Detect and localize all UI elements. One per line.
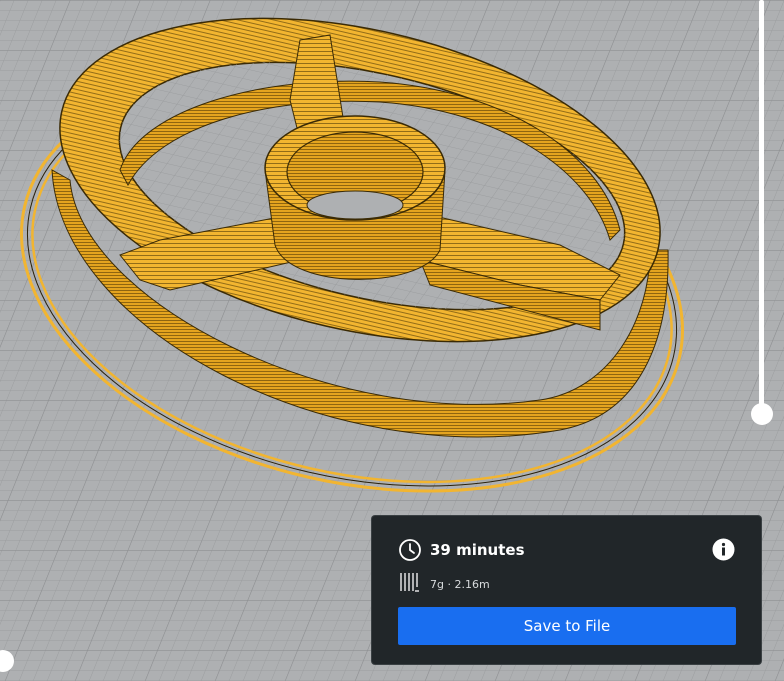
info-icon[interactable] [712,538,735,561]
material-estimate: 7g · 2.16m [430,577,490,591]
material-row: 7g · 2.16m [398,573,490,595]
print-info-panel: 39 minutes 7g · 2.16m Save to File [372,516,761,664]
print-time-estimate: 39 minutes [430,541,525,559]
3d-viewport[interactable]: 39 minutes 7g · 2.16m Save to File [0,0,784,681]
filament-icon [398,571,420,597]
print-time-row: 39 minutes [398,538,525,562]
layer-slider-handle[interactable] [751,403,773,425]
save-to-file-button[interactable]: Save to File [398,607,736,645]
clock-icon [398,538,422,562]
layer-slider-track[interactable] [759,0,764,414]
